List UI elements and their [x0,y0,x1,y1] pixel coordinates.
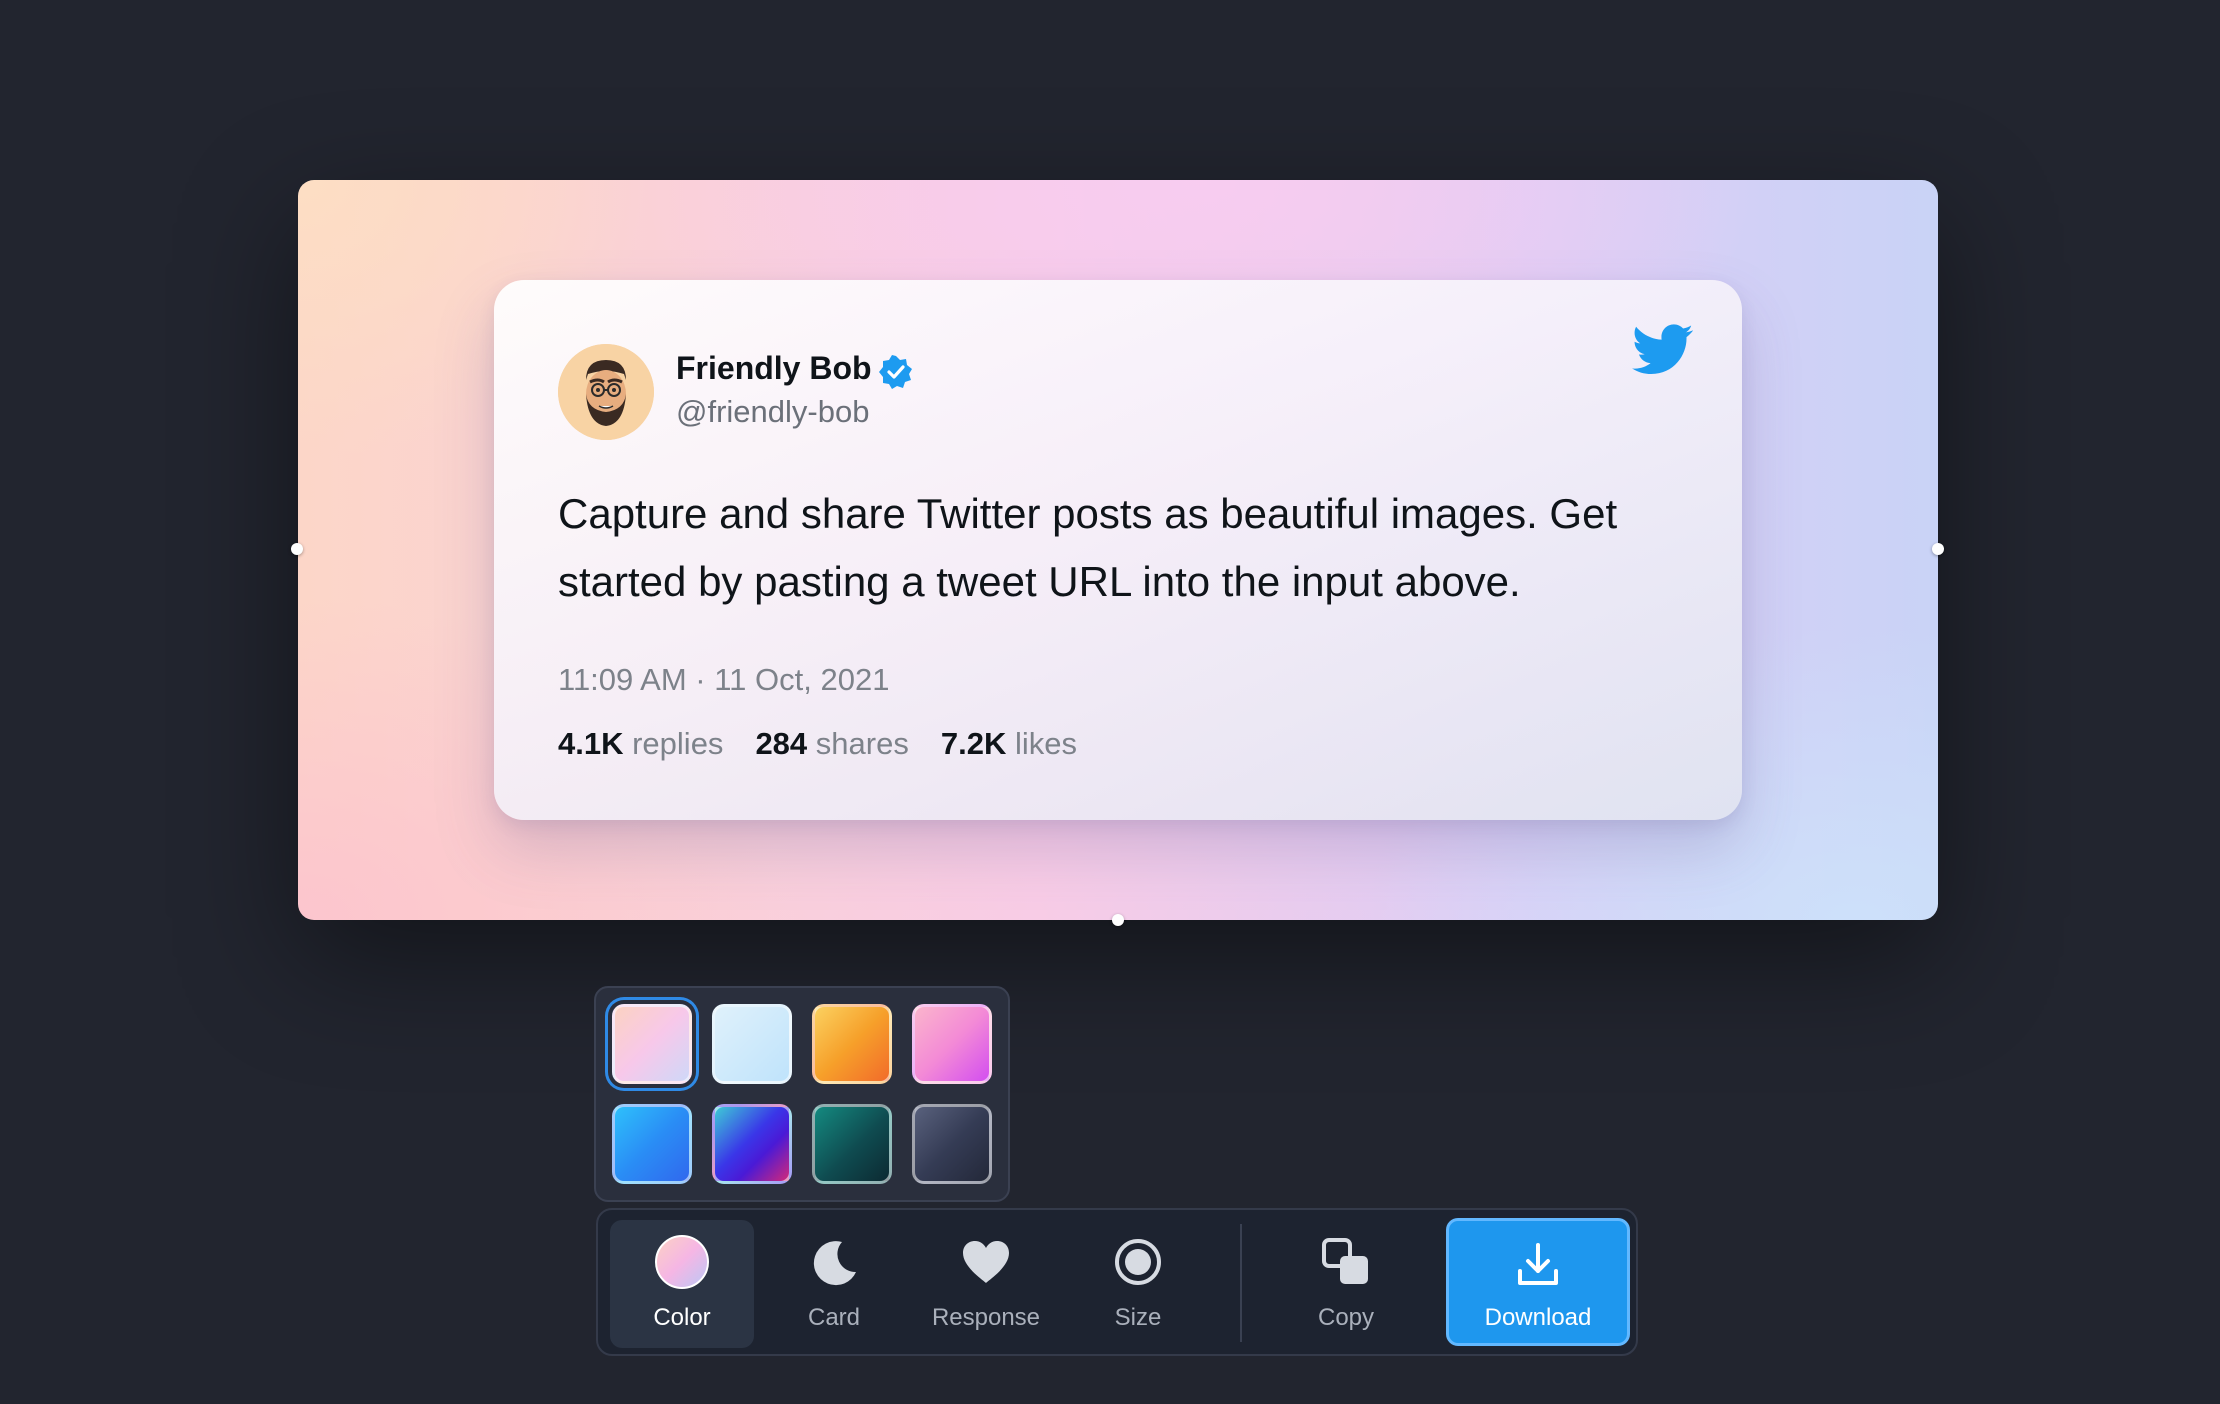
likes-label: likes [1014,726,1077,761]
download-icon [1514,1241,1562,1294]
shares-label: shares [815,726,909,761]
swatch-slate[interactable] [912,1104,992,1184]
response-tool-label: Response [931,1304,1041,1331]
tweet-card: Friendly Bob @friendly-bob Capture and s… [494,280,1742,820]
card-tool-button[interactable]: Card [762,1220,906,1348]
replies-stat: 4.1K replies [558,726,723,762]
color-tool-button[interactable]: Color [610,1220,754,1348]
size-tool-label: Size [1114,1304,1162,1331]
replies-label: replies [632,726,724,761]
swatch-light-sky[interactable] [712,1004,792,1084]
avatar-memoji-icon [558,344,654,440]
response-tool-button[interactable]: Response [914,1220,1058,1348]
tweet-timestamp: 11:09 AM · 11 Oct, 2021 [558,662,890,697]
author-handle: @friendly-bob [676,394,870,429]
download-button[interactable]: Download [1446,1218,1630,1346]
resize-handle-left[interactable] [291,543,303,555]
heart-icon [958,1234,1014,1290]
color-tool-label: Color [653,1304,711,1331]
moon-icon [806,1234,862,1290]
copy-icon [1318,1234,1374,1290]
shares-stat: 284 shares [755,726,908,762]
swatch-pink-magenta[interactable] [912,1004,992,1084]
size-radio-icon [1110,1234,1166,1290]
likes-count: 7.2K [940,726,1007,761]
replies-count: 4.1K [558,726,624,761]
swatch-orange-sunset[interactable] [812,1004,892,1084]
color-palette [594,986,1010,1202]
toolbar-divider [1240,1224,1242,1342]
swatch-pastel-peach-lilac[interactable] [612,1004,692,1084]
resize-handle-bottom[interactable] [1112,914,1124,926]
twitter-bird-icon [1632,324,1693,375]
resize-handle-right[interactable] [1932,543,1944,555]
color-icon [654,1234,710,1290]
toolbar: Color Card Response Size Copy Download [596,1208,1638,1356]
app-stage: Friendly Bob @friendly-bob Capture and s… [0,0,2220,1404]
copy-label: Copy [1317,1304,1375,1331]
likes-stat: 7.2K likes [941,726,1077,762]
tweet-stats: 4.1K replies 284 shares 7.2K likes [558,726,1077,762]
shares-count: 284 [755,726,808,761]
avatar [558,344,654,440]
card-tool-label: Card [807,1304,861,1331]
download-label: Download [1484,1304,1592,1331]
swatch-teal-dark[interactable] [812,1104,892,1184]
verified-badge-icon [879,355,912,389]
author-name: Friendly Bob [676,350,872,386]
copy-button[interactable]: Copy [1274,1220,1418,1348]
size-tool-button[interactable]: Size [1066,1220,1210,1348]
tweet-text: Capture and share Twitter posts as beaut… [558,490,1618,605]
swatch-blue[interactable] [612,1104,692,1184]
swatch-violet-blue[interactable] [712,1104,792,1184]
tweet-canvas: Friendly Bob @friendly-bob Capture and s… [298,180,1938,920]
